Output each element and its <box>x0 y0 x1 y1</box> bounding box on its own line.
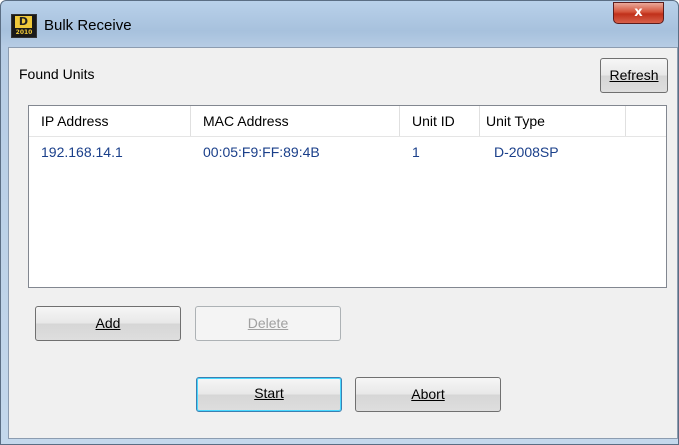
title-bar[interactable]: D 2010 Bulk Receive x <box>1 1 678 47</box>
column-header-unit-id[interactable]: Unit ID <box>400 106 480 136</box>
close-button[interactable]: x <box>613 2 664 24</box>
window-title: Bulk Receive <box>44 17 132 34</box>
list-header: IP Address MAC Address Unit ID Unit Type <box>29 106 666 137</box>
table-row[interactable]: 192.168.14.1 00:05:F9:FF:89:4B 1 D-2008S… <box>29 141 666 163</box>
start-button[interactable]: Start <box>196 377 342 412</box>
found-units-label: Found Units <box>19 66 95 82</box>
cell-ip-address: 192.168.14.1 <box>41 144 123 160</box>
delete-button-label: Delete <box>247 315 289 331</box>
cell-unit-type: D-2008SP <box>494 144 559 160</box>
start-button-label: Start <box>254 385 284 401</box>
app-icon: D 2010 <box>11 14 37 38</box>
column-header-filler <box>626 106 666 136</box>
close-icon: x <box>634 5 643 20</box>
app-icon-year: 2010 <box>15 29 33 36</box>
column-header-ip-address[interactable]: IP Address <box>29 106 191 136</box>
app-icon-mark: D <box>15 16 32 28</box>
refresh-button-label: Refresh <box>609 67 659 83</box>
abort-button[interactable]: Abort <box>355 377 501 412</box>
column-header-unit-type[interactable]: Unit Type <box>480 106 626 136</box>
refresh-button[interactable]: Refresh <box>600 58 668 93</box>
delete-button[interactable]: Delete <box>195 306 341 341</box>
cell-unit-id: 1 <box>412 144 420 160</box>
add-button[interactable]: Add <box>35 306 181 341</box>
abort-button-label: Abort <box>411 386 445 402</box>
cell-mac-address: 00:05:F9:FF:89:4B <box>203 144 320 160</box>
found-units-list[interactable]: IP Address MAC Address Unit ID Unit Type… <box>28 105 667 288</box>
add-button-label: Add <box>95 315 121 331</box>
column-header-mac-address[interactable]: MAC Address <box>191 106 400 136</box>
